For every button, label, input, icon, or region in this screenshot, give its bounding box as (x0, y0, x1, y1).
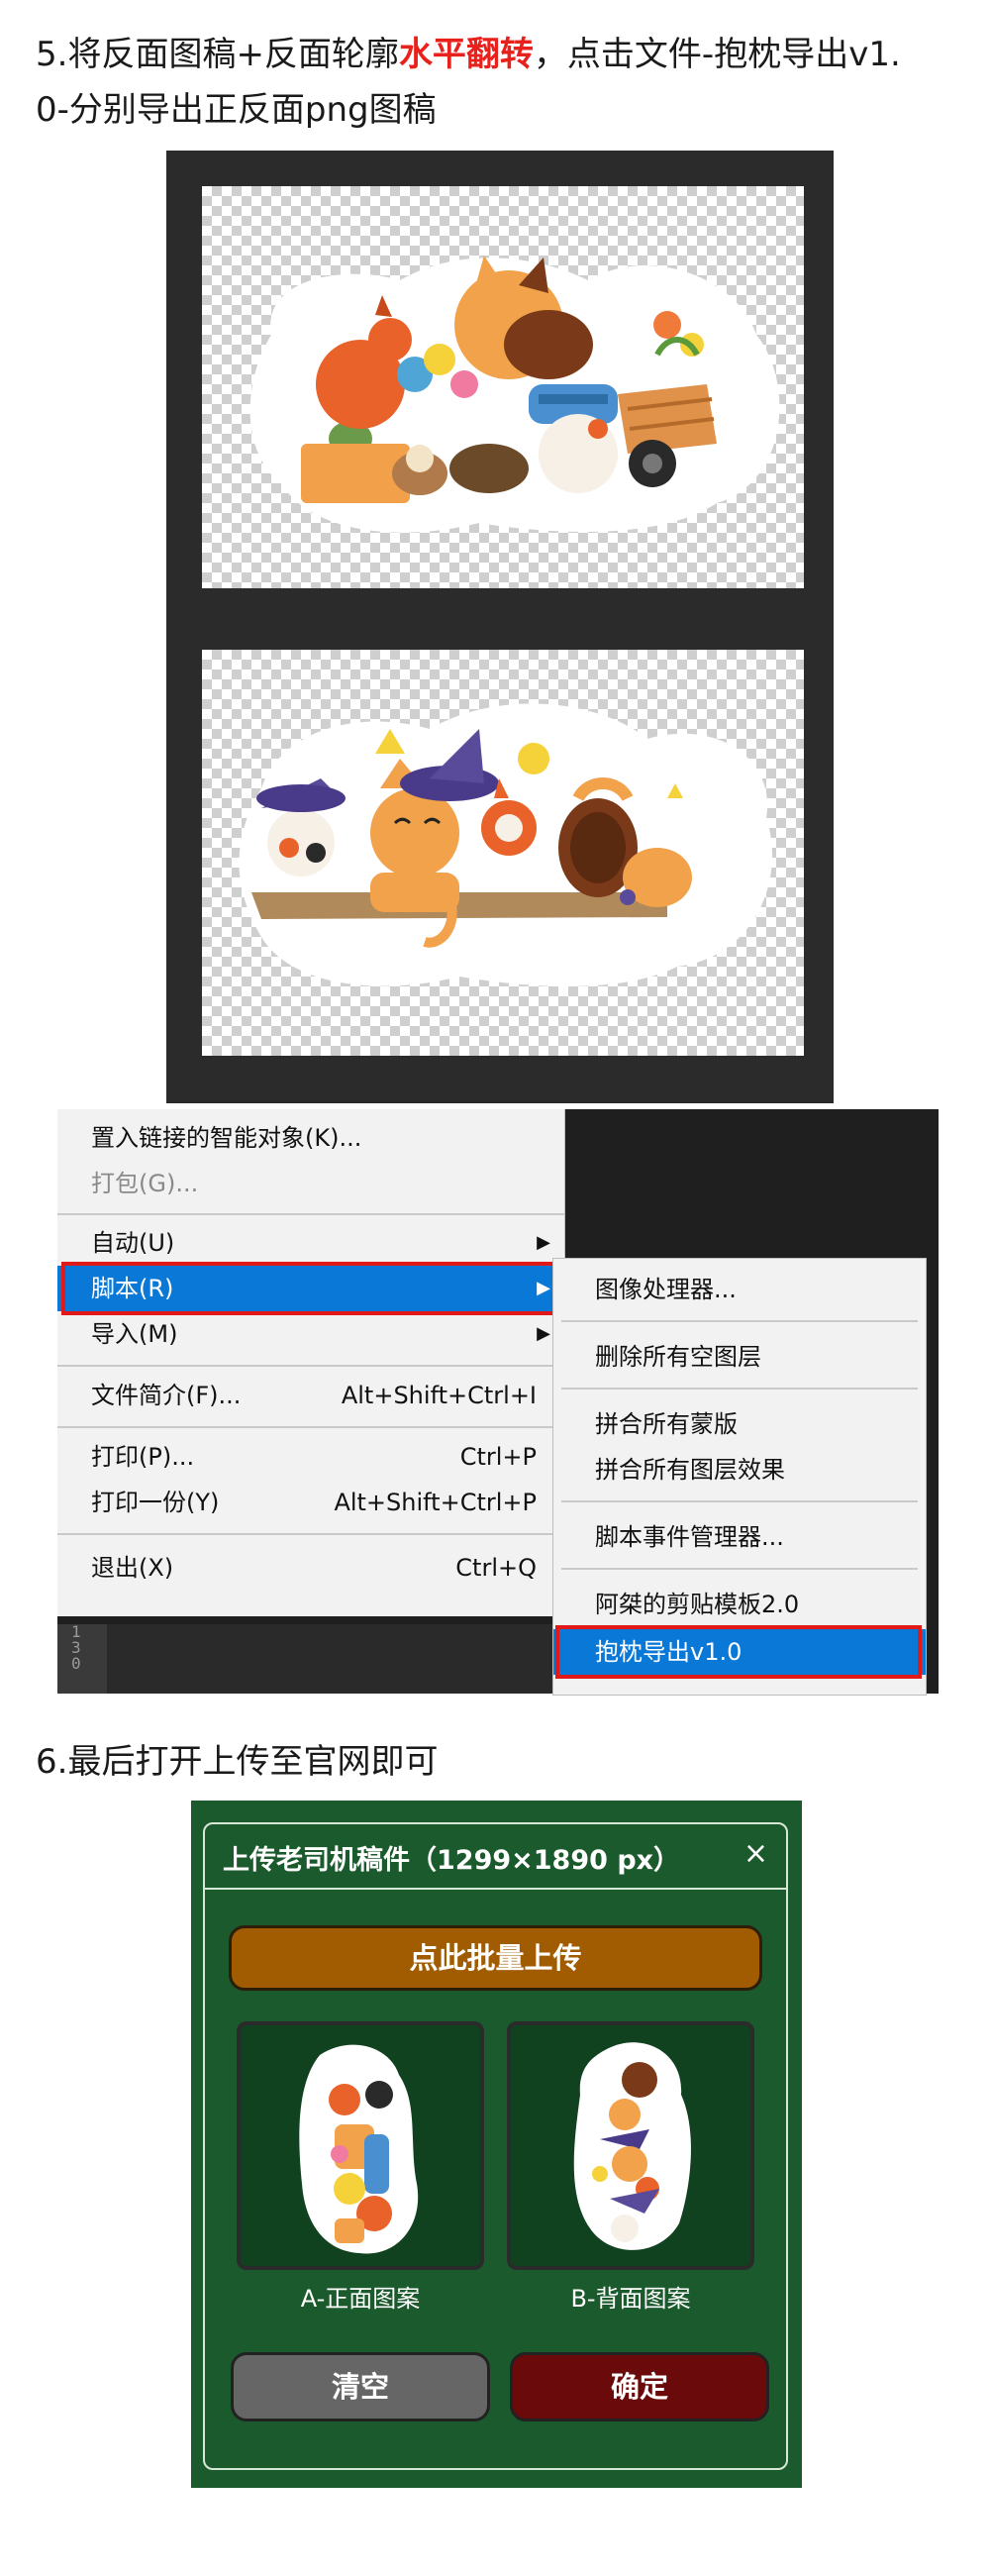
menu-item-print-one-copy[interactable]: 打印一份(Y) Alt+Shift+Ctrl+P (57, 1480, 564, 1525)
menu-item-label: 置入链接的智能对象(K)... (91, 1124, 362, 1152)
submenu-arrow-icon: ▶ (537, 1323, 550, 1344)
submenu-separator (561, 1388, 918, 1390)
artboard-back (202, 650, 804, 1056)
submenu-item-label: 删除所有空图层 (595, 1343, 761, 1371)
menu-item-label: 退出(X) (91, 1554, 174, 1582)
submenu-item-delete-empty-layers[interactable]: 删除所有空图层 (553, 1334, 926, 1380)
step5-text-pre: 5.将反面图稿+反面轮廓 (36, 35, 399, 74)
menu-item-package: 打包(G)... (57, 1161, 564, 1206)
menu-item-label: 导入(M) (91, 1320, 178, 1348)
submenu-separator (561, 1568, 918, 1570)
highlight-box-pillow-export (555, 1625, 922, 1679)
slot-label-front: A-正面图案 (300, 2285, 421, 2313)
menu-item-exit[interactable]: 退出(X) Ctrl+Q (57, 1545, 564, 1591)
menu-item-automate[interactable]: 自动(U) ▶ (57, 1220, 564, 1266)
submenu-item-image-processor[interactable]: 图像处理器... (553, 1267, 926, 1312)
step5-highlight: 水平翻转 (398, 35, 534, 74)
submenu-arrow-icon: ▶ (537, 1232, 550, 1253)
ruler-digit: 0 (71, 1654, 81, 1673)
menu-item-label: 打印(P)... (91, 1443, 195, 1471)
menu-screenshot: 置入链接的智能对象(K)... 打包(G)... 自动(U) ▶ 脚本(R) ▶… (57, 1109, 939, 1696)
dialog-header: 上传老司机稿件（1299×1890 px） × (205, 1824, 786, 1890)
close-icon[interactable]: × (743, 1836, 768, 1871)
upload-dialog-backdrop: 上传老司机稿件（1299×1890 px） × 点此批量上传 A-正面图案 B-… (191, 1801, 802, 2488)
front-preview-thumbnail (299, 2044, 419, 2254)
submenu-item-script-events-manager[interactable]: 脚本事件管理器... (553, 1514, 926, 1560)
menu-item-label: 打包(G)... (91, 1170, 199, 1197)
menu-item-print[interactable]: 打印(P)... Ctrl+P (57, 1434, 564, 1480)
back-preview-thumbnail (573, 2042, 691, 2250)
upload-slot-front[interactable] (237, 2021, 484, 2270)
menu-item-shortcut: Alt+Shift+Ctrl+P (334, 1489, 537, 1516)
step5-text-post: ，点击文件-抱枕导出v1. (533, 35, 901, 74)
highlight-box-scripts (61, 1262, 562, 1315)
menu-item-label: 文件简介(F)... (91, 1382, 242, 1409)
menu-item-shortcut: Alt+Shift+Ctrl+I (341, 1382, 537, 1409)
step5-line2: 0-分别导出正反面png图稿 (36, 90, 437, 130)
scripts-submenu: 图像处理器... 删除所有空图层 拼合所有蒙版 拼合所有图层效果 脚本事件管理器… (552, 1258, 927, 1696)
step5-line1: 5.将反面图稿+反面轮廓水平翻转，点击文件-抱枕导出v1. (36, 28, 956, 81)
step6-text: 6.最后打开上传至官网即可 (36, 1742, 439, 1782)
submenu-item-label: 阿桀的剪贴模板2.0 (595, 1591, 800, 1618)
upload-dialog: 上传老司机稿件（1299×1890 px） × 点此批量上传 A-正面图案 B-… (203, 1822, 788, 2470)
menu-separator (57, 1365, 564, 1367)
vertical-ruler: 1 3 0 (57, 1624, 107, 1694)
submenu-separator (561, 1320, 918, 1322)
menu-separator (57, 1213, 564, 1215)
slot-label-back: B-背面图案 (570, 2285, 691, 2313)
file-menu: 置入链接的智能对象(K)... 打包(G)... 自动(U) ▶ 脚本(R) ▶… (57, 1109, 565, 1616)
submenu-item-clip-template[interactable]: 阿桀的剪贴模板2.0 (553, 1582, 926, 1627)
submenu-item-label: 拼合所有蒙版 (595, 1410, 738, 1438)
menu-separator (57, 1426, 564, 1428)
menu-item-label: 自动(U) (91, 1229, 175, 1257)
submenu-item-flatten-masks[interactable]: 拼合所有蒙版 (553, 1401, 926, 1447)
artboard-front (202, 186, 804, 588)
back-artwork-illustration (239, 703, 772, 986)
submenu-separator (561, 1500, 918, 1502)
dialog-title: 上传老司机稿件（1299×1890 px） (223, 1845, 681, 1876)
menu-item-place-linked-smart-object[interactable]: 置入链接的智能对象(K)... (57, 1115, 564, 1161)
batch-upload-button[interactable]: 点此批量上传 (229, 1925, 762, 1991)
menu-item-shortcut: Ctrl+Q (455, 1554, 537, 1582)
submenu-item-label: 拼合所有图层效果 (595, 1456, 785, 1484)
menu-separator (57, 1533, 564, 1535)
upload-slot-back[interactable] (507, 2021, 754, 2270)
submenu-item-flatten-layer-effects[interactable]: 拼合所有图层效果 (553, 1447, 926, 1493)
menu-item-shortcut: Ctrl+P (459, 1443, 537, 1471)
submenu-item-label: 图像处理器... (595, 1276, 737, 1303)
menu-item-import[interactable]: 导入(M) ▶ (57, 1311, 564, 1357)
submenu-item-label: 脚本事件管理器... (595, 1523, 784, 1551)
confirm-button[interactable]: 确定 (510, 2352, 769, 2421)
canvas-background-strip (107, 1624, 552, 1694)
menu-item-file-info[interactable]: 文件简介(F)... Alt+Shift+Ctrl+I (57, 1373, 564, 1418)
clear-button[interactable]: 清空 (231, 2352, 490, 2421)
front-artwork-illustration (249, 256, 780, 533)
menu-item-label: 打印一份(Y) (91, 1489, 220, 1516)
canvas-panel (166, 151, 834, 1103)
